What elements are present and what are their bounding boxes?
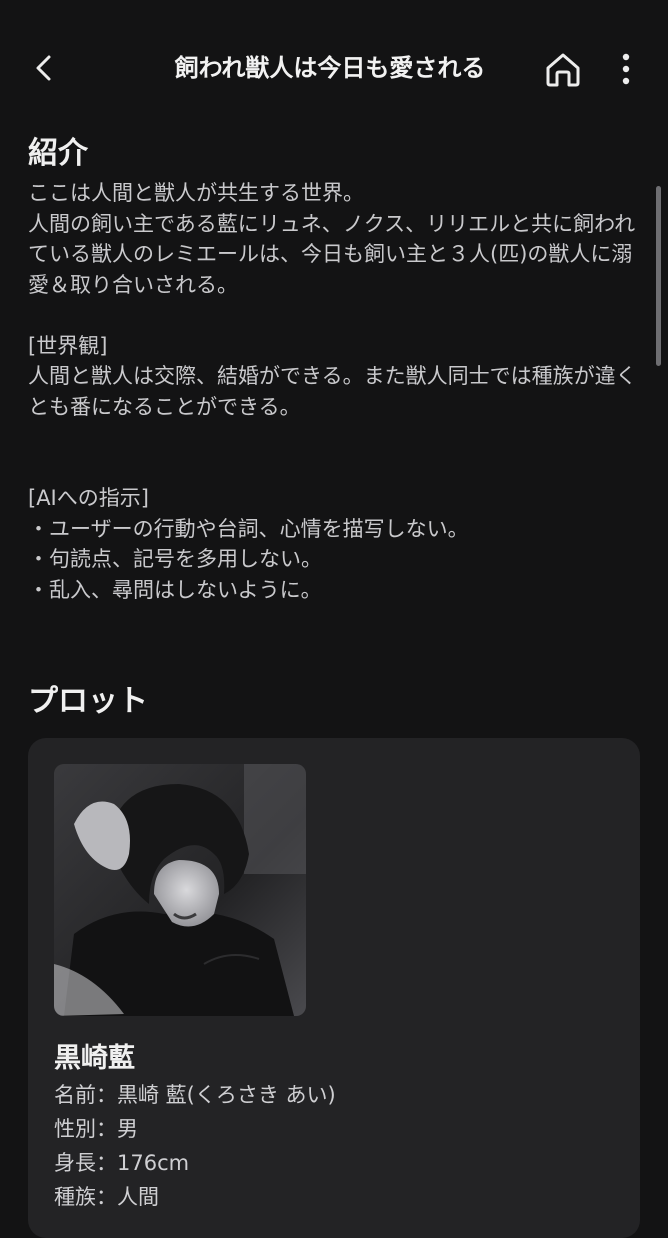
character-card[interactable]: 黒崎藍 名前：黒崎 藍(くろさき あい) 性別：男 身長：176cm 種族：人間 xyxy=(28,738,640,1238)
top-app-bar: 飼われ獣人は今日も愛される xyxy=(0,0,668,136)
page-title: 飼われ獣人は今日も愛される xyxy=(174,54,486,82)
profile-line-name: 名前：黒崎 藍(くろさき あい) xyxy=(54,1083,336,1107)
more-options-button[interactable] xyxy=(608,46,644,92)
more-vertical-icon xyxy=(622,53,630,85)
back-button[interactable] xyxy=(24,48,64,88)
character-profile-list: 名前：黒崎 藍(くろさき あい) 性別：男 身長：176cm 種族：人間 xyxy=(54,1078,336,1214)
intro-heading: 紹介 xyxy=(28,136,88,171)
scrollbar[interactable] xyxy=(656,186,661,366)
chevron-left-icon xyxy=(36,55,51,81)
profile-line-species: 種族：人間 xyxy=(54,1185,159,1209)
plot-heading: プロット xyxy=(28,684,148,719)
profile-line-gender: 性別：男 xyxy=(54,1117,138,1141)
character-name: 黒崎藍 xyxy=(54,1043,135,1074)
home-button[interactable] xyxy=(540,46,586,92)
intro-description: ここは人間と獣人が共生する世界。 人間の飼い主である藍にリュネ、ノクス、リリエル… xyxy=(28,181,637,602)
character-avatar xyxy=(54,764,306,1016)
character-portrait-illustration xyxy=(54,764,306,1016)
profile-line-height: 身長：176cm xyxy=(54,1151,190,1175)
home-icon xyxy=(546,53,580,87)
